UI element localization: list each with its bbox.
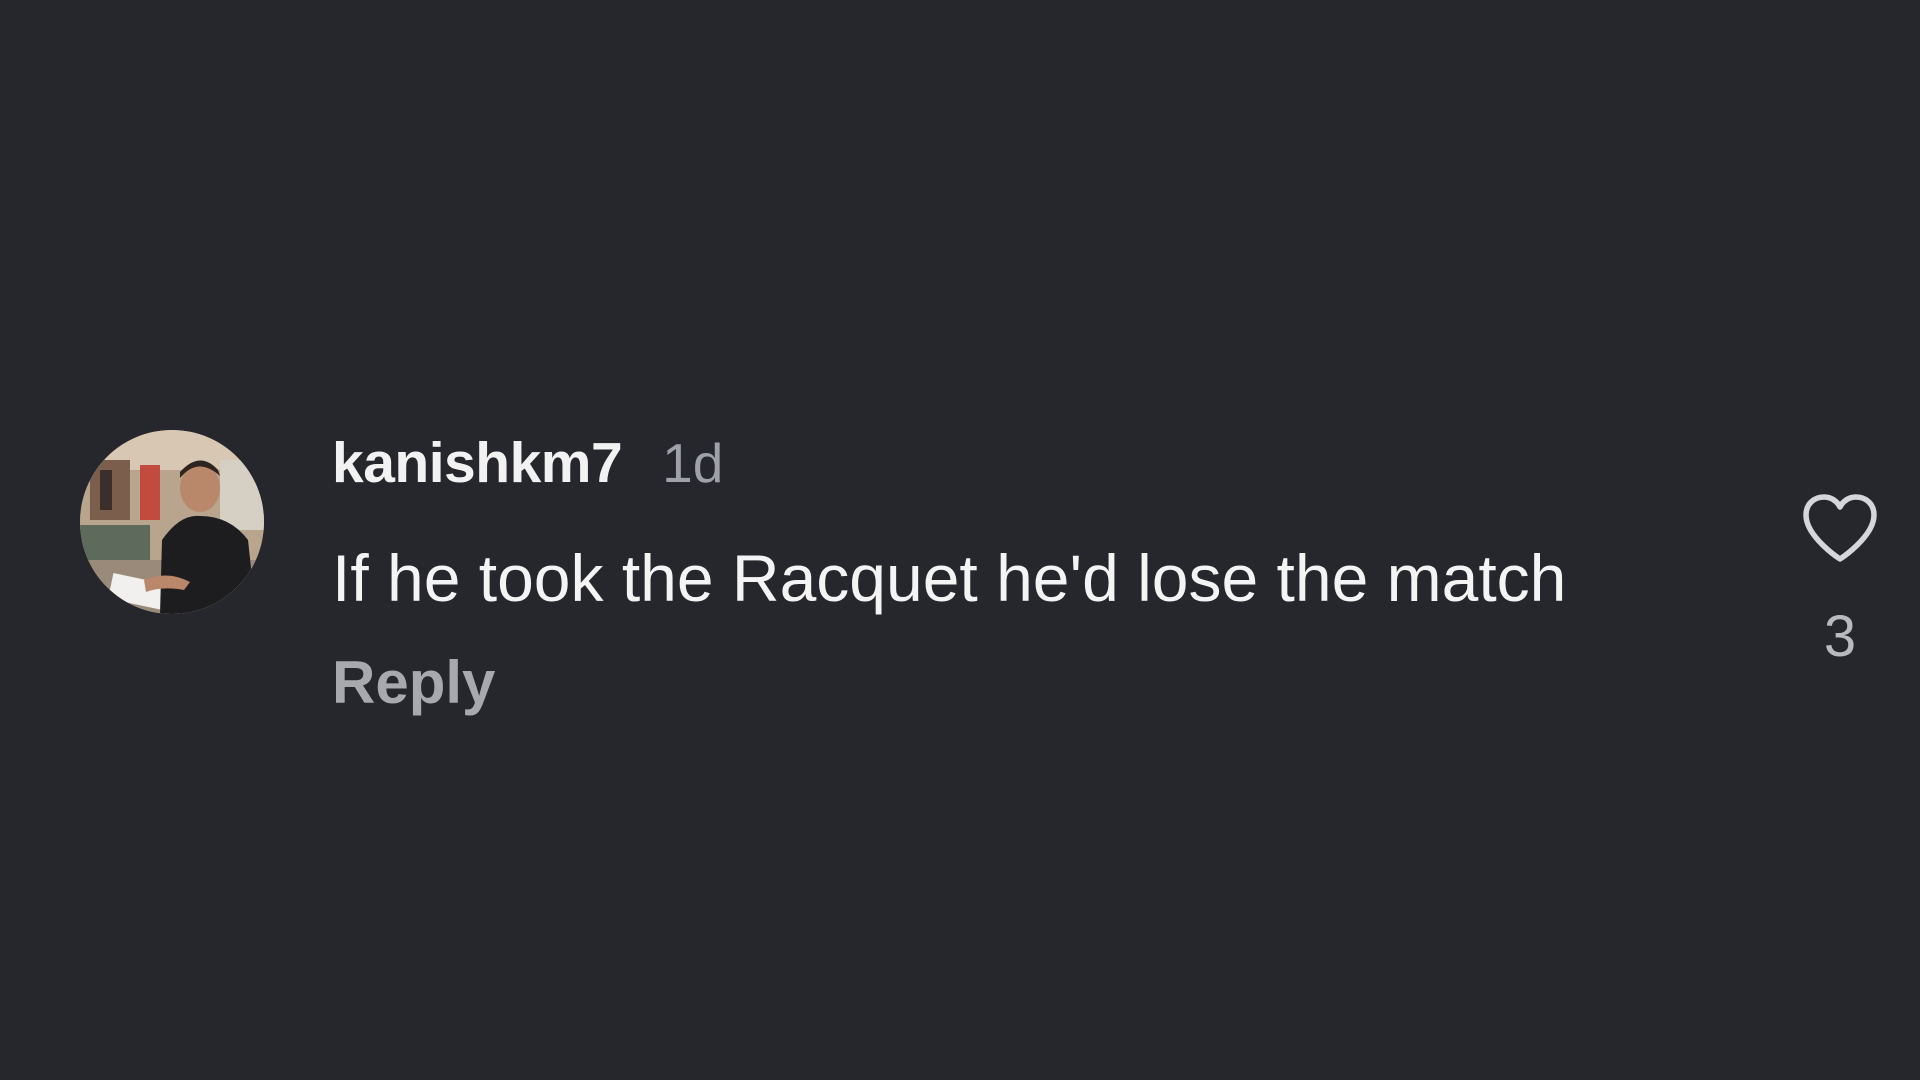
timestamp: 1d xyxy=(662,432,724,494)
comment-meta: kanishkm7 1d xyxy=(332,430,1672,496)
comment-screen: kanishkm7 1d If he took the Racquet he'd… xyxy=(0,0,1920,1080)
comment-item: kanishkm7 1d If he took the Racquet he'd… xyxy=(80,430,1877,730)
like-count: 3 xyxy=(1823,604,1857,669)
comment-body: kanishkm7 1d If he took the Racquet he'd… xyxy=(332,430,1672,717)
avatar[interactable] xyxy=(80,430,264,614)
heart-icon[interactable] xyxy=(1800,493,1880,565)
username-link[interactable]: kanishkm7 xyxy=(332,430,623,496)
like-area: 3 xyxy=(1760,493,1920,670)
reply-button[interactable]: Reply xyxy=(332,648,495,717)
avatar-photo-icon xyxy=(80,430,264,614)
comment-text: If he took the Racquet he'd lose the mat… xyxy=(332,541,1567,615)
